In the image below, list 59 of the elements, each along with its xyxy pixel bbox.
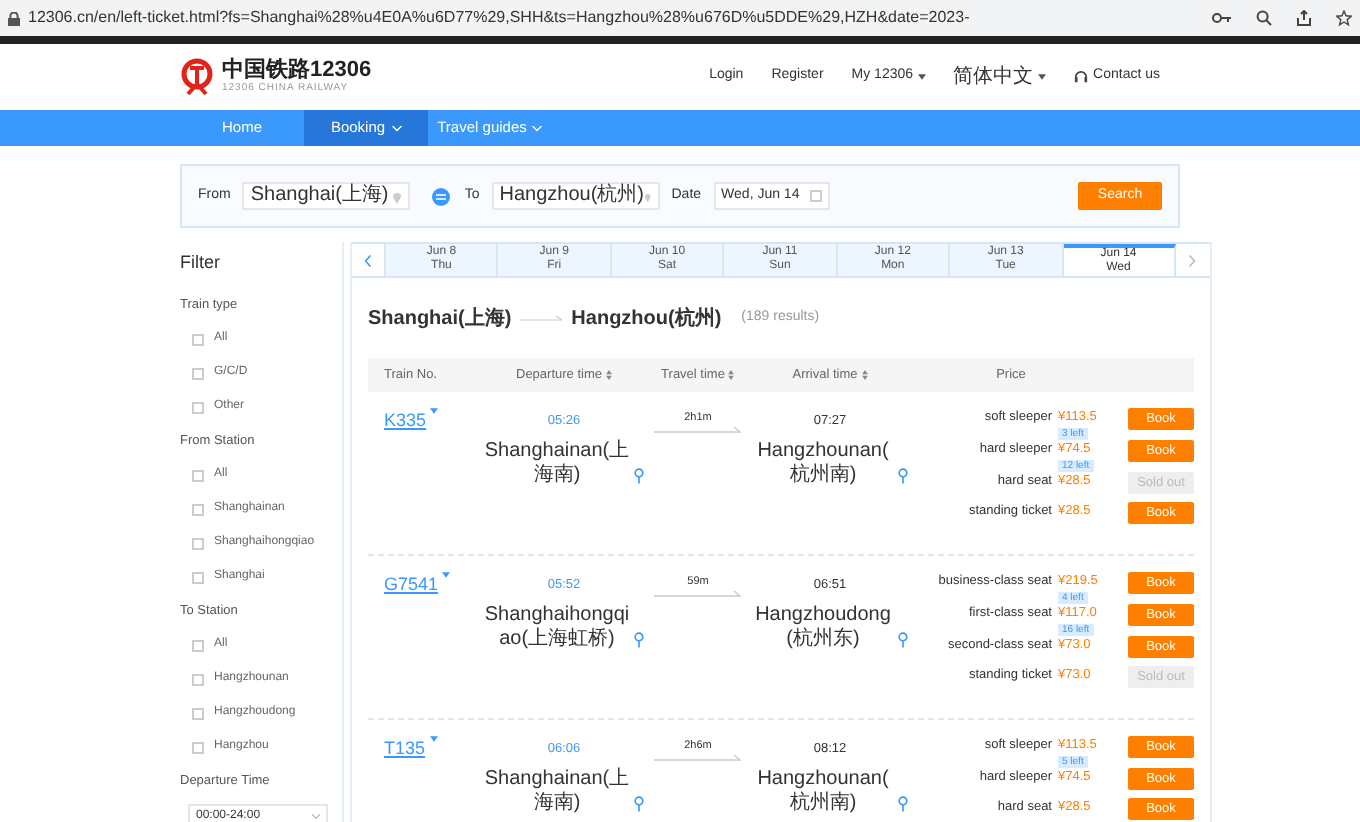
checkbox[interactable]	[192, 537, 204, 549]
location-pin-icon	[897, 631, 907, 648]
arrival-station: Hangzhoudong(杭州东)	[753, 603, 893, 652]
railway-logo-icon	[180, 58, 214, 96]
checkbox[interactable]	[192, 741, 204, 753]
location-pin-icon	[634, 795, 644, 812]
caret-icon	[429, 736, 438, 742]
caret-icon	[917, 74, 926, 80]
checkbox[interactable]	[192, 639, 204, 651]
calendar-icon	[809, 190, 822, 202]
checkbox[interactable]	[192, 673, 204, 685]
header-link[interactable]: 简体中文	[953, 62, 1046, 92]
logo-title: 中国铁路12306	[222, 58, 372, 82]
departure-station: Shanghainan(上海南)	[484, 439, 630, 488]
location-pin-icon	[897, 467, 907, 484]
location-pin-icon	[644, 189, 652, 203]
caret-icon	[1037, 74, 1046, 80]
next-button[interactable]	[1175, 244, 1210, 276]
train-number-link[interactable]: K335	[384, 408, 427, 435]
swap-icon[interactable]	[432, 187, 451, 205]
train-number-link[interactable]: G7541	[384, 572, 439, 599]
sort-icon	[606, 370, 612, 380]
key-icon[interactable]	[1212, 12, 1232, 24]
checkbox[interactable]	[192, 401, 204, 413]
chevron-icon	[532, 125, 543, 131]
location-pin-icon	[897, 795, 907, 812]
train-number-link[interactable]: T135	[384, 736, 426, 763]
arrival-station: Hangzhounan(杭州南)	[755, 439, 891, 488]
caret-icon	[442, 572, 451, 578]
chevron-icon	[391, 125, 402, 131]
from-field[interactable]: Shanghai(上海)	[242, 182, 411, 210]
chevron-right-icon	[1188, 253, 1197, 267]
checkbox[interactable]	[192, 571, 204, 583]
chevron-icon	[312, 813, 320, 819]
destination-city: Hangzhou(杭州)	[571, 304, 722, 333]
departure-station: Shanghaihongqiao(上海虹桥)	[484, 603, 630, 652]
sort-icon	[861, 370, 868, 380]
star-icon[interactable]	[1336, 10, 1352, 26]
filter-title: Filter	[180, 250, 222, 276]
location-pin-icon	[634, 467, 644, 484]
lock-icon	[8, 11, 20, 25]
share-icon[interactable]	[1296, 10, 1312, 26]
origin-city: Shanghai(上海)	[368, 305, 512, 333]
zoom-icon[interactable]	[1256, 10, 1272, 26]
chevron-left-icon	[364, 253, 372, 267]
departure-station: Shanghainan(上海南)	[484, 767, 630, 816]
checkbox[interactable]	[192, 367, 204, 379]
previous-button[interactable]	[352, 244, 386, 276]
checkbox[interactable]	[192, 333, 204, 345]
location-pin-icon	[634, 631, 644, 648]
headset-icon	[1073, 70, 1088, 84]
arrival-station: Hangzhounan(杭州南)	[755, 767, 891, 816]
to-field[interactable]: Hangzhou(杭州)	[491, 182, 660, 210]
sort-icon	[728, 370, 735, 380]
checkbox[interactable]	[192, 707, 204, 719]
caret-icon	[430, 408, 439, 414]
location-pin-icon	[392, 189, 403, 203]
checkbox[interactable]	[192, 469, 204, 481]
checkbox[interactable]	[192, 503, 204, 515]
